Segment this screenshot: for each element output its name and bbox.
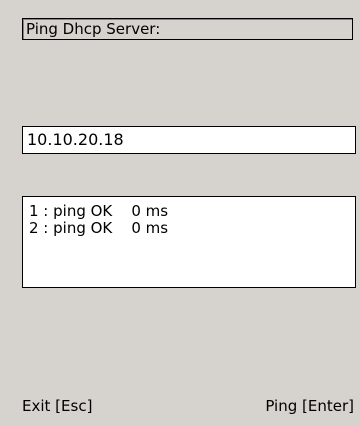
ping-button[interactable]: Ping [Enter] — [265, 397, 354, 415]
page-title: Ping Dhcp Server: — [22, 18, 353, 40]
list-item: 1 : ping OK 0 ms — [29, 202, 169, 220]
exit-button[interactable]: Exit [Esc] — [22, 397, 92, 415]
ping-results-list: 1 : ping OK 0 ms 2 : ping OK 0 ms — [22, 196, 356, 288]
ping-dhcp-screen: Ping Dhcp Server: 10.10.20.18 1 : ping O… — [0, 0, 360, 426]
ip-address-input[interactable]: 10.10.20.18 — [22, 126, 356, 154]
list-item: 2 : ping OK 0 ms — [29, 219, 169, 237]
